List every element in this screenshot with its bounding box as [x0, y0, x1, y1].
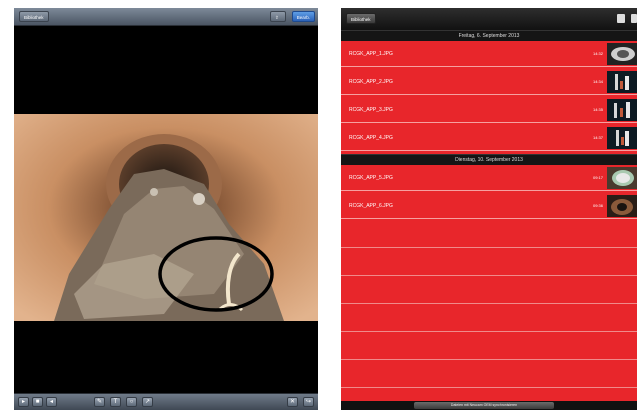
trash-button[interactable]: ✕ — [287, 397, 298, 407]
pipe-image — [14, 114, 318, 321]
file-list-screen: Bibliothek Freitag, 6. September 2013 RC… — [341, 8, 637, 410]
file-name: RCGK_APP_1.JPG — [349, 51, 393, 57]
thumbnail-image — [607, 195, 637, 217]
viewer-toolbar: ▸ ■ ◂ ✎ T ○ ↗ ✕ ↪ — [14, 393, 318, 410]
list-top-bar: Bibliothek — [341, 8, 637, 30]
ellipse-icon: ○ — [129, 399, 134, 405]
list-item[interactable]: RCGK_APP_5.JPG 09:17 — [341, 165, 637, 191]
play-icon: ▸ — [21, 399, 25, 405]
library-back-button-list[interactable]: Bibliothek — [346, 13, 376, 24]
file-time: 09:36 — [592, 203, 603, 208]
file-time: 14:32 — [592, 51, 603, 56]
file-time: 09:17 — [592, 175, 603, 180]
file-time: 14:35 — [592, 107, 603, 112]
draw-icon: ✎ — [96, 399, 103, 405]
inspection-photo[interactable] — [14, 114, 318, 321]
image-viewer-screen: Bibliothek ⇪ Bearb. ▸ ■ ◂ ✎ T ○ ↗ ✕ ↪ — [14, 8, 318, 410]
thumbnail-image — [607, 127, 637, 149]
arrow-button[interactable]: ↗ — [142, 397, 153, 407]
thumbnail-image — [607, 99, 637, 121]
text-button[interactable]: T — [110, 397, 121, 407]
text-icon: T — [113, 399, 118, 405]
file-time: 14:34 — [592, 79, 603, 84]
empty-separator — [341, 331, 637, 332]
file-time: 14:37 — [592, 135, 603, 140]
stop-icon: ■ — [35, 399, 40, 405]
empty-separator — [341, 387, 637, 388]
list-item[interactable]: RCGK_APP_4.JPG 14:37 — [341, 125, 637, 151]
stop-button[interactable]: ■ — [32, 397, 43, 407]
file-name: RCGK_APP_2.JPG — [349, 79, 393, 85]
thumbnail-image — [607, 167, 637, 189]
list-item[interactable]: RCGK_APP_6.JPG 09:36 — [341, 193, 637, 219]
export-icon: ↪ — [305, 399, 312, 405]
thumbnail-image — [607, 71, 637, 93]
trash-icon: ✕ — [289, 399, 296, 405]
rewind-button[interactable]: ◂ — [46, 397, 57, 407]
rewind-icon: ◂ — [49, 399, 53, 405]
edit-button[interactable]: Bearb. — [291, 11, 315, 22]
empty-separator — [341, 247, 637, 248]
section-header: Freitag, 6. September 2013 — [341, 30, 637, 41]
section-header: Dienstag, 10. September 2013 — [341, 154, 637, 165]
file-name: RCGK_APP_4.JPG — [349, 135, 393, 141]
draw-button[interactable]: ✎ — [94, 397, 105, 407]
empty-separator — [341, 303, 637, 304]
arrow-icon: ↗ — [144, 399, 151, 405]
share-button[interactable]: ⇪ — [270, 11, 286, 22]
sync-button[interactable]: Dateien mit Neucam OEM synchronisieren — [414, 402, 554, 409]
viewer-top-bar: Bibliothek ⇪ Bearb. — [14, 8, 318, 26]
ellipse-button[interactable]: ○ — [126, 397, 137, 407]
trash-icon[interactable] — [617, 14, 625, 23]
file-name: RCGK_APP_6.JPG — [349, 203, 393, 209]
info-icon[interactable] — [631, 14, 637, 23]
export-button[interactable]: ↪ — [303, 397, 314, 407]
play-button[interactable]: ▸ — [18, 397, 29, 407]
library-back-button[interactable]: Bibliothek — [19, 11, 49, 22]
empty-separator — [341, 275, 637, 276]
file-name: RCGK_APP_3.JPG — [349, 107, 393, 113]
list-item[interactable]: RCGK_APP_2.JPG 14:34 — [341, 69, 637, 95]
file-name: RCGK_APP_5.JPG — [349, 175, 393, 181]
share-icon: ⇪ — [275, 15, 279, 20]
list-bottom-bar: Dateien mit Neucam OEM synchronisieren — [341, 401, 637, 410]
thumbnail-image — [607, 43, 637, 65]
list-item[interactable]: RCGK_APP_1.JPG 14:32 — [341, 41, 637, 67]
empty-separator — [341, 359, 637, 360]
list-item[interactable]: RCGK_APP_3.JPG 14:35 — [341, 97, 637, 123]
